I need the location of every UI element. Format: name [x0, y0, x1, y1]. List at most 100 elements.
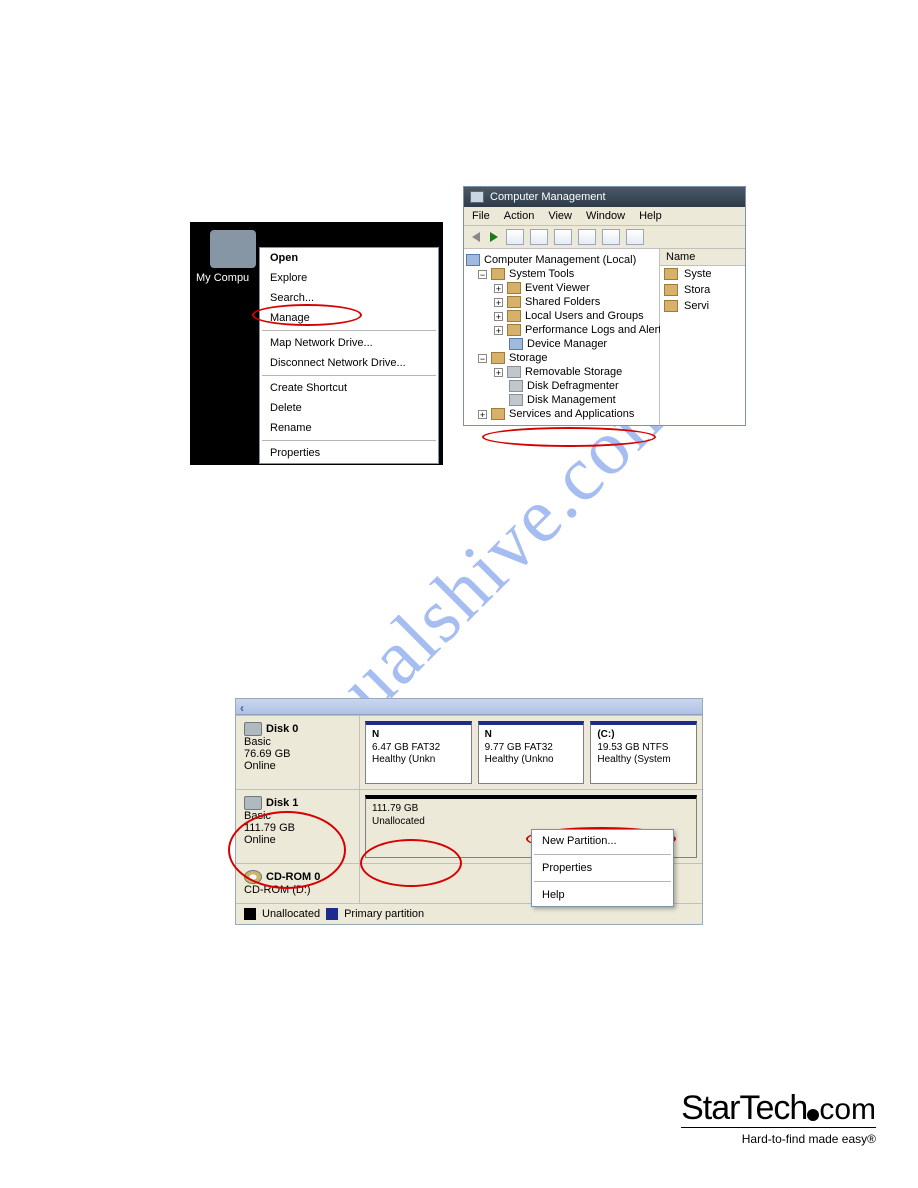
menu-separator — [262, 375, 436, 376]
toolbar — [464, 226, 745, 249]
toolbar-button[interactable] — [530, 229, 548, 245]
toolbar-button[interactable] — [578, 229, 596, 245]
brand-tagline: Hard-to-find made easy® — [681, 1127, 876, 1146]
toolbar-button[interactable] — [602, 229, 620, 245]
screenshot-context-menu: My Compu Open Explore Search... Manage M… — [190, 222, 443, 465]
menu-item-delete[interactable]: Delete — [260, 398, 438, 418]
folder-icon — [664, 300, 678, 312]
expand-icon[interactable]: + — [494, 368, 503, 377]
right-pane: Name Syste Stora Servi — [660, 249, 745, 425]
menu-view[interactable]: View — [548, 210, 572, 222]
expand-icon[interactable]: + — [494, 312, 503, 321]
storage-icon — [507, 366, 521, 378]
legend-label-primary: Primary partition — [344, 908, 424, 920]
expand-icon[interactable]: + — [478, 410, 487, 419]
partition-context-menu: New Partition... Properties Help — [531, 829, 674, 907]
disk0-info[interactable]: Disk 0 Basic 76.69 GB Online — [236, 716, 360, 789]
device-icon — [509, 338, 523, 350]
menu-item-properties[interactable]: Properties — [260, 443, 438, 463]
menu-item-disconnect-drive[interactable]: Disconnect Network Drive... — [260, 353, 438, 373]
highlight-ellipse-diskmgmt — [482, 427, 656, 447]
cdrom-icon — [244, 870, 262, 884]
menu-window[interactable]: Window — [586, 210, 625, 222]
disk-icon — [244, 722, 262, 736]
partition[interactable]: N 6.47 GB FAT32 Healthy (Unkn — [365, 721, 472, 784]
tree-services-apps[interactable]: + Services and Applications — [466, 407, 657, 421]
tree-device-mgr[interactable]: Device Manager — [466, 337, 657, 351]
menu-item-create-shortcut[interactable]: Create Shortcut — [260, 378, 438, 398]
tree-event-viewer[interactable]: + Event Viewer — [466, 281, 657, 295]
defrag-icon — [509, 380, 523, 392]
legend-swatch-primary — [326, 908, 338, 920]
list-item[interactable]: Stora — [660, 282, 745, 298]
collapse-icon[interactable]: − — [478, 270, 487, 279]
app-icon — [470, 191, 484, 203]
forward-icon[interactable] — [490, 232, 498, 242]
menu-item-manage[interactable]: Manage — [260, 308, 438, 328]
menu-item-search[interactable]: Search... — [260, 288, 438, 308]
legend-label-unalloc: Unallocated — [262, 908, 320, 920]
menu-item-rename[interactable]: Rename — [260, 418, 438, 438]
menu-help[interactable]: Help — [639, 210, 662, 222]
menu-item-new-partition[interactable]: New Partition... — [532, 830, 673, 852]
computer-icon — [466, 254, 480, 266]
cdrom-info[interactable]: CD-ROM 0 CD-ROM (D:) — [236, 864, 360, 903]
toolbar-button[interactable] — [626, 229, 644, 245]
folder-icon — [507, 310, 521, 322]
tree-local-users[interactable]: + Local Users and Groups — [466, 309, 657, 323]
column-header-name[interactable]: Name — [660, 249, 745, 266]
scroll-left-icon[interactable]: ‹ — [240, 701, 244, 715]
screenshot-disk-management: ‹ Disk 0 Basic 76.69 GB Online N 6.47 GB… — [235, 698, 703, 925]
disk-icon — [244, 796, 262, 810]
folder-icon — [507, 324, 521, 336]
dot-icon — [807, 1109, 819, 1121]
partition[interactable]: N 9.77 GB FAT32 Healthy (Unkno — [478, 721, 585, 784]
folder-icon — [507, 296, 521, 308]
screenshot-computer-management: Computer Management File Action View Win… — [463, 186, 746, 426]
folder-icon — [491, 352, 505, 364]
tree-removable-storage[interactable]: + Removable Storage — [466, 365, 657, 379]
tree-disk-defrag[interactable]: Disk Defragmenter — [466, 379, 657, 393]
legend-swatch-unalloc — [244, 908, 256, 920]
folder-icon — [491, 408, 505, 420]
collapse-icon[interactable]: − — [478, 354, 487, 363]
menu-item-open[interactable]: Open — [260, 248, 438, 268]
tree-root[interactable]: Computer Management (Local) — [466, 253, 657, 267]
partition[interactable]: (C:) 19.53 GB NTFS Healthy (System — [590, 721, 697, 784]
expand-icon[interactable]: + — [494, 298, 503, 307]
menu-separator — [262, 330, 436, 331]
tree-nav: Computer Management (Local) − System Too… — [464, 249, 660, 425]
menu-item-map-drive[interactable]: Map Network Drive... — [260, 333, 438, 353]
list-item[interactable]: Syste — [660, 266, 745, 282]
menu-separator — [534, 881, 671, 882]
tree-disk-management[interactable]: Disk Management — [466, 393, 657, 407]
toolbar-button[interactable] — [506, 229, 524, 245]
window-titlebar[interactable]: Computer Management — [464, 187, 745, 207]
window-title: Computer Management — [490, 191, 606, 203]
menu-action[interactable]: Action — [504, 210, 535, 222]
tree-storage[interactable]: − Storage — [466, 351, 657, 365]
folder-icon — [664, 284, 678, 296]
back-icon[interactable] — [472, 232, 480, 242]
folder-icon — [664, 268, 678, 280]
brand-logo: StarTechcom Hard-to-find made easy® — [681, 1091, 876, 1146]
tree-perf-logs[interactable]: + Performance Logs and Alerts — [466, 323, 657, 337]
menu-item-explore[interactable]: Explore — [260, 268, 438, 288]
expand-icon[interactable]: + — [494, 284, 503, 293]
disk1-info[interactable]: Disk 1 Basic 111.79 GB Online — [236, 790, 360, 863]
menu-file[interactable]: File — [472, 210, 490, 222]
expand-icon[interactable]: + — [494, 326, 503, 335]
my-computer-context-menu: Open Explore Search... Manage Map Networ… — [259, 247, 439, 464]
tree-shared-folders[interactable]: + Shared Folders — [466, 295, 657, 309]
tree-system-tools[interactable]: − System Tools — [466, 267, 657, 281]
my-computer-label: My Compu — [196, 272, 249, 284]
menu-separator — [534, 854, 671, 855]
disk-row-0: Disk 0 Basic 76.69 GB Online N 6.47 GB F… — [236, 715, 702, 789]
my-computer-icon[interactable] — [210, 230, 256, 268]
toolbar-button[interactable] — [554, 229, 572, 245]
scrollbar-top[interactable]: ‹ — [236, 699, 702, 715]
list-item[interactable]: Servi — [660, 298, 745, 314]
folder-icon — [507, 282, 521, 294]
menu-item-properties[interactable]: Properties — [532, 857, 673, 879]
menu-item-help[interactable]: Help — [532, 884, 673, 906]
